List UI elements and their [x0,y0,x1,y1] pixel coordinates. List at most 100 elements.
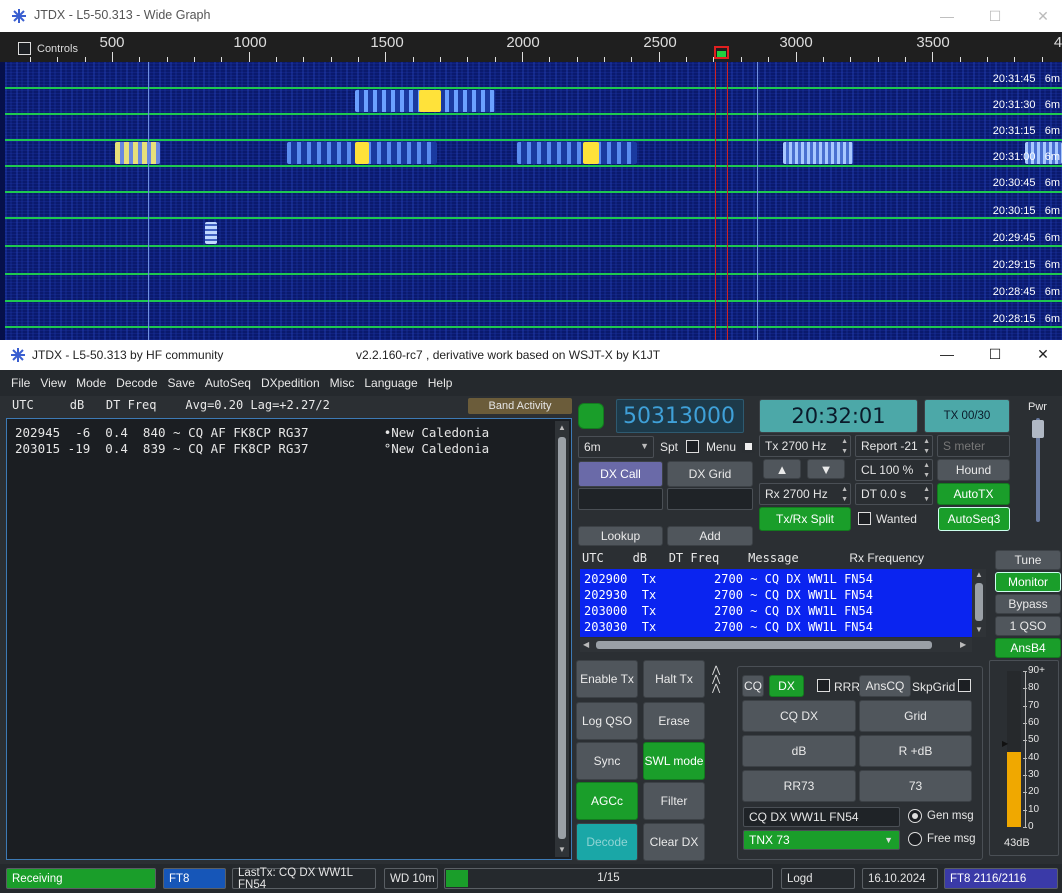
swl-mode-button[interactable]: SWL mode [643,742,705,780]
close-icon[interactable]: ✕ [1020,0,1062,32]
up-arrow-button[interactable]: ▲ [763,459,801,479]
band-activity-scrollbar[interactable]: ▲ ▼ [555,421,569,857]
tx-frequency-spinbox[interactable]: Tx 2700 Hz ▲ ▼ [759,435,851,457]
scroll-right-icon[interactable]: ▶ [960,640,966,649]
dx-grid-input[interactable] [667,488,753,510]
menu-view[interactable]: View [35,376,71,390]
autoseq-button[interactable]: AutoSeq3 [938,507,1010,531]
tx-priority-arrows-icon[interactable]: ⋀ ⋀ ⋀ [712,666,720,694]
spin-up-icon[interactable]: ▲ [923,486,930,493]
free-msg-select[interactable]: TNX 73 ▼ [743,830,900,850]
dx-call-input[interactable] [578,488,663,510]
rx-list-hscrollbar[interactable]: ◀ ▶ [580,638,972,652]
agcc-button[interactable]: AGCc [576,782,638,820]
one-qso-button[interactable]: 1 QSO [995,616,1061,636]
spin-up-icon[interactable]: ▲ [923,438,930,445]
list-item[interactable]: 203030 Tx 2700 ~ CQ DX WW1L FN54 [584,620,873,634]
menu-language[interactable]: Language [359,376,422,390]
band-activity-list[interactable]: 202945 -6 0.4 840 ~ CQ AF FK8CP RG37 •Ne… [6,418,572,860]
rx-frequency-marker[interactable] [717,51,726,57]
dx-button[interactable]: DX [769,675,804,697]
band-activity-button[interactable]: Band Activity [468,398,572,414]
clear-dx-button[interactable]: Clear DX [643,823,705,861]
maximize-icon[interactable]: ☐ [972,340,1018,370]
report-spinbox[interactable]: Report -21 ▲ ▼ [855,435,933,457]
dx-grid-button[interactable]: DX Grid [667,461,753,487]
halt-tx-button[interactable]: Halt Tx [643,660,705,698]
menu-help[interactable]: Help [423,376,458,390]
minimize-icon[interactable]: — [924,340,970,370]
bypass-button[interactable]: Bypass [995,594,1061,614]
dial-frequency-display[interactable]: 50313000 [616,399,744,433]
cl-spinbox[interactable]: CL 100 % ▲ ▼ [855,459,933,481]
waterfall[interactable]: 20:31:45 6m 20:31:30 6m 20:31:15 6m 20:3… [5,62,1062,340]
rr73-button[interactable]: RR73 [742,770,856,802]
spin-down-icon[interactable]: ▼ [923,472,930,479]
controls-checkbox-box[interactable] [18,42,31,55]
73-button[interactable]: 73 [859,770,972,802]
erase-button[interactable]: Erase [643,702,705,740]
monitor-button[interactable]: Monitor [995,572,1061,592]
list-item[interactable]: 203015 -19 0.4 839 ~ CQ AF FK8CP RG37 °N… [15,441,489,456]
add-button[interactable]: Add [667,526,753,546]
enable-tx-button[interactable]: Enable Tx [576,660,638,698]
spin-down-icon[interactable]: ▼ [923,496,930,503]
menu-decode[interactable]: Decode [111,376,162,390]
rx-frequency-spinbox[interactable]: Rx 2700 Hz ▲ ▼ [759,483,851,505]
anscq-button[interactable]: AnsCQ [859,675,911,697]
menu-file[interactable]: File [6,376,35,390]
controls-checkbox[interactable]: Controls [18,42,78,55]
scroll-up-icon[interactable]: ▲ [558,423,566,432]
dt-spinbox[interactable]: DT 0.0 s ▲ ▼ [855,483,933,505]
menu-checkbox[interactable] [742,440,755,453]
txrx-split-button[interactable]: Tx/Rx Split [759,507,851,531]
s-meter-field[interactable]: S meter [937,435,1010,457]
minimize-icon[interactable]: — [924,0,970,32]
scroll-up-icon[interactable]: ▲ [975,570,983,579]
spin-up-icon[interactable]: ▲ [923,462,930,469]
dx-call-button[interactable]: DX Call [578,461,663,487]
cq-dx-button[interactable]: CQ DX [742,700,856,732]
spin-down-icon[interactable]: ▼ [923,448,930,455]
close-icon[interactable]: ✕ [1020,340,1062,370]
list-item[interactable]: 203000 Tx 2700 ~ CQ DX WW1L FN54 [584,604,873,618]
cq-button[interactable]: CQ [742,675,764,697]
tune-button[interactable]: Tune [995,550,1061,570]
menu-misc[interactable]: Misc [325,376,360,390]
pwr-slider-handle[interactable] [1032,420,1044,438]
free-msg-radio[interactable] [908,832,922,846]
gen-msg-input[interactable]: CQ DX WW1L FN54 [743,807,900,827]
spin-up-icon[interactable]: ▲ [841,486,848,493]
autotx-button[interactable]: AutoTX [937,483,1010,505]
gen-msg-radio[interactable] [908,809,922,823]
list-item[interactable]: 202900 Tx 2700 ~ CQ DX WW1L FN54 [584,572,873,586]
spin-up-icon[interactable]: ▲ [841,438,848,445]
maximize-icon[interactable]: ☐ [972,0,1018,32]
rrr-checkbox[interactable] [817,679,830,692]
decode-button[interactable]: Decode [576,823,638,861]
lookup-button[interactable]: Lookup [578,526,663,546]
hound-button[interactable]: Hound [937,459,1010,481]
db-button[interactable]: dB [742,735,856,767]
band-select[interactable]: 6m ▼ [578,436,654,458]
sync-button[interactable]: Sync [576,742,638,780]
down-arrow-button[interactable]: ▼ [807,459,845,479]
rx-frequency-list[interactable]: 202900 Tx 2700 ~ CQ DX WW1L FN54 202930 … [580,569,972,637]
list-item[interactable]: 202945 -6 0.4 840 ~ CQ AF FK8CP RG37 •Ne… [15,425,489,440]
menu-mode[interactable]: Mode [71,376,111,390]
spt-checkbox[interactable] [686,440,699,453]
list-item[interactable]: 202930 Tx 2700 ~ CQ DX WW1L FN54 [584,588,873,602]
scroll-down-icon[interactable]: ▼ [975,625,983,634]
scroll-thumb[interactable] [975,583,983,621]
spin-down-icon[interactable]: ▼ [841,496,848,503]
spin-down-icon[interactable]: ▼ [841,448,848,455]
wanted-checkbox[interactable] [858,512,871,525]
ansb4-button[interactable]: AnsB4 [995,638,1061,658]
scroll-left-icon[interactable]: ◀ [583,640,589,649]
filter-button[interactable]: Filter [643,782,705,820]
scroll-thumb[interactable] [558,437,566,839]
rx-list-vscrollbar[interactable]: ▲ ▼ [972,569,986,637]
scroll-thumb[interactable] [596,641,932,649]
log-qso-button[interactable]: Log QSO [576,702,638,740]
menu-save[interactable]: Save [163,376,200,390]
